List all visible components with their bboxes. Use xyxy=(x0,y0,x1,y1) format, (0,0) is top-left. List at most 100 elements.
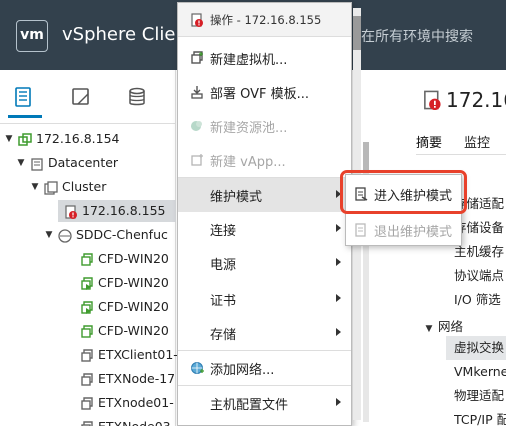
menu-item-power[interactable]: 电源 xyxy=(178,246,351,280)
tabs-divider xyxy=(416,154,506,155)
menu-header-title: 操作 - 172.16.8.155 xyxy=(210,12,322,27)
deploy-ovf-icon xyxy=(190,85,204,99)
subnav-group-label: 网络 xyxy=(437,319,463,334)
menu-item-label: 维护模式 xyxy=(210,189,263,205)
menu-scrollbar-thumb[interactable] xyxy=(353,16,361,50)
vm-icon xyxy=(80,252,94,266)
subnav-group-network[interactable]: ▼ 网络 xyxy=(424,316,463,335)
tree-item-label: 172.16.8.154 xyxy=(36,131,120,146)
tree-item-vm[interactable]: ETXClient01- xyxy=(80,344,178,366)
navigator-tabs-divider xyxy=(0,123,176,124)
add-network-icon xyxy=(190,361,204,375)
menu-item-connection[interactable]: 连接 xyxy=(178,212,351,246)
vm-icon xyxy=(80,324,94,338)
chevron-right-icon xyxy=(336,258,341,266)
subnav-item[interactable]: 协议端点 xyxy=(454,264,506,288)
tree-item-label: Datacenter xyxy=(48,155,119,170)
tree-item-datacenter[interactable]: ▼ Datacenter xyxy=(16,152,118,174)
menu-item-deploy-ovf[interactable]: 部署 OVF 模板... xyxy=(178,75,351,109)
menu-item-label: 新建虚拟机... xyxy=(210,52,288,68)
subnav-item[interactable]: 物理适配 xyxy=(454,384,506,408)
navigator-panel: ▼ 172.16.8.154 ▼ Datacenter ▼ Cluster 17… xyxy=(0,70,178,426)
tree-item-cluster[interactable]: ▼ Cluster xyxy=(30,176,106,198)
chevron-down-icon[interactable]: ▼ xyxy=(424,324,434,334)
datacenter-icon xyxy=(30,156,44,171)
menu-item-certificates[interactable]: 证书 xyxy=(178,282,351,316)
tree-item-vm[interactable]: CFD-WIN20 xyxy=(80,272,169,294)
menu-item-label: 证书 xyxy=(210,293,237,309)
menu-item-label: 电源 xyxy=(210,257,237,273)
tree-item-label: ETXnode01- xyxy=(98,395,174,410)
tree-item-vcenter[interactable]: ▼ 172.16.8.154 xyxy=(4,128,120,150)
menu-item-exit-maintenance-mode: 退出维护模式 xyxy=(346,213,461,247)
chevron-down-icon[interactable]: ▼ xyxy=(4,128,14,150)
vms-and-templates-icon[interactable] xyxy=(70,86,94,108)
vm-icon xyxy=(80,420,94,426)
menu-item-label: 连接 xyxy=(210,223,237,239)
vcenter-icon xyxy=(18,132,32,146)
vm-powered-on-icon xyxy=(80,300,94,314)
menu-item-maintenance-mode[interactable]: 维护模式 xyxy=(178,178,351,212)
menu-item-add-networking[interactable]: 添加网络... xyxy=(178,351,351,385)
menu-item-label: 部署 OVF 模板... xyxy=(210,86,310,102)
tree-item-label: ETXNode03 xyxy=(98,416,171,426)
tree-item-vm[interactable]: CFD-WIN20 xyxy=(80,296,169,318)
tree-item-label: CFD-WIN20 xyxy=(98,299,169,314)
chevron-down-icon[interactable]: ▼ xyxy=(16,152,26,174)
new-vm-icon xyxy=(190,51,204,65)
tree-item-host-selected[interactable]: 172.16.8.155 xyxy=(58,200,176,222)
vapp-icon xyxy=(58,228,72,243)
chevron-right-icon xyxy=(336,224,341,232)
tree-item-label: CFD-WIN20 xyxy=(98,275,169,290)
tree-item-vm[interactable]: ETXNode-17 xyxy=(80,368,175,390)
host-alert-icon xyxy=(64,204,78,219)
content-scrollbar-thumb[interactable] xyxy=(363,142,369,172)
tree-item-vm[interactable]: CFD-WIN20 xyxy=(80,320,169,342)
menu-item-label: 主机配置文件 xyxy=(210,397,289,413)
highlight-annotation-box xyxy=(340,170,467,214)
page-title: 172.16 xyxy=(446,88,506,112)
resource-pool-icon xyxy=(190,119,204,133)
chevron-right-icon xyxy=(336,294,341,302)
new-vapp-icon xyxy=(190,153,204,167)
menu-header: 操作 - 172.16.8.155 xyxy=(178,3,351,37)
tree-item-vm[interactable]: CFD-WIN20 xyxy=(80,248,169,270)
vm-icon xyxy=(80,396,94,410)
submenu-item-label: 退出维护模式 xyxy=(374,224,453,240)
object-tabs: 摘要 监控 xyxy=(416,132,490,151)
tree-item-label: 172.16.8.155 xyxy=(82,203,166,218)
storage-icon[interactable] xyxy=(126,86,150,108)
vm-powered-on-icon xyxy=(80,276,94,290)
subnav-item[interactable]: VMkerne xyxy=(454,360,506,384)
subnav-item-selected[interactable]: 虚拟交换 xyxy=(446,336,506,360)
host-alert-icon xyxy=(190,12,204,27)
vmware-logo[interactable]: vm xyxy=(16,20,48,52)
tree-item-vapp[interactable]: ▼ SDDC-Chenfuc xyxy=(44,224,168,246)
tab-summary[interactable]: 摘要 xyxy=(416,132,442,151)
menu-item-host-profiles[interactable]: 主机配置文件 xyxy=(178,386,351,420)
exit-maintenance-icon xyxy=(354,223,368,237)
global-search-input[interactable]: 在所有环境中搜索 xyxy=(361,26,473,46)
tree-item-label: ETXClient01- xyxy=(98,347,178,362)
tree-item-vm[interactable]: ETXNode03 xyxy=(80,416,171,426)
tree-item-label: ETXNode-17 xyxy=(98,371,176,386)
hosts-and-clusters-icon[interactable] xyxy=(8,86,42,118)
app-title[interactable]: vSphere Client xyxy=(62,24,194,45)
menu-item-new-vm[interactable]: 新建虚拟机... xyxy=(178,41,351,75)
menu-item-storage[interactable]: 存储 xyxy=(178,316,351,350)
tree-item-label: CFD-WIN20 xyxy=(98,251,169,266)
chevron-down-icon[interactable]: ▼ xyxy=(44,224,54,246)
chevron-down-icon[interactable]: ▼ xyxy=(30,176,40,198)
subnav-item[interactable]: I/O 筛选 xyxy=(454,288,506,312)
menu-item-label: 新建资源池... xyxy=(210,120,288,136)
chevron-right-icon xyxy=(336,398,341,406)
tree-item-label: CFD-WIN20 xyxy=(98,323,169,338)
tree-item-vm[interactable]: ETXnode01- xyxy=(80,392,174,414)
chevron-right-icon xyxy=(336,328,341,336)
subnav-item[interactable]: TCP/IP 配 xyxy=(454,408,506,426)
tab-monitor[interactable]: 监控 xyxy=(464,132,490,151)
tree-item-label: SDDC-Chenfuc xyxy=(76,227,168,242)
main-content: 172.16 摘要 监控 存储适配 存储设备 主机缓存 协议端点 I/O 筛选 … xyxy=(354,70,506,426)
actions-context-menu: 操作 - 172.16.8.155 新建虚拟机... 部署 OVF 模板... … xyxy=(177,2,352,426)
vm-icon xyxy=(80,372,94,386)
